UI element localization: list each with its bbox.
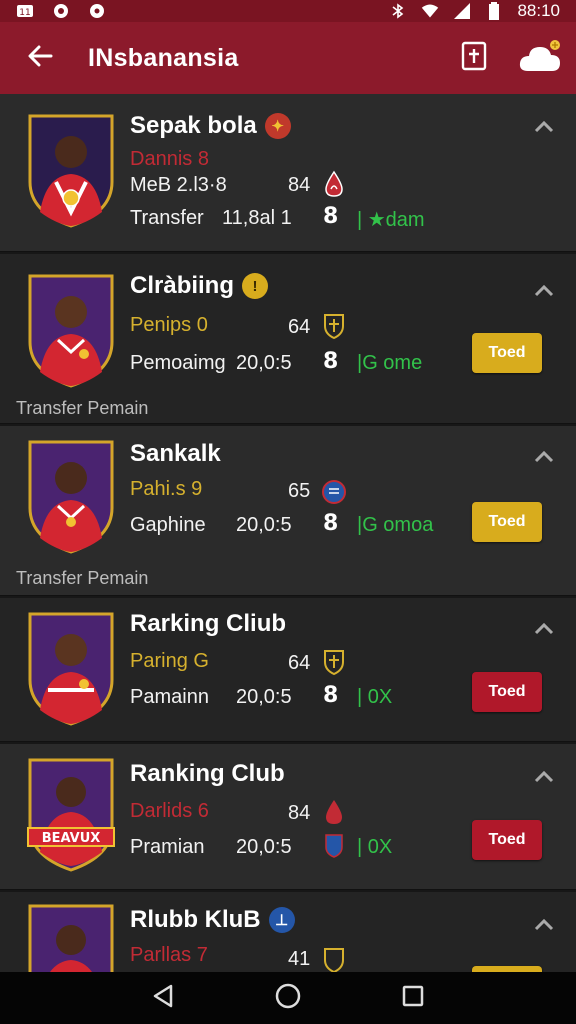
app-icon xyxy=(52,3,70,19)
circle-icon xyxy=(88,3,106,19)
page-title: INsbanansia xyxy=(88,43,239,72)
chevron-up-icon[interactable] xyxy=(532,444,556,468)
shield-icon xyxy=(320,478,348,506)
shield-icon xyxy=(320,832,348,860)
player-subtitle: Parllas 7 xyxy=(130,944,208,966)
list-item[interactable]: Rlubb KluB ⊥ Parllas 7 41 xyxy=(0,892,576,972)
status-tag: | 0X xyxy=(357,836,393,858)
player-number: 41 xyxy=(288,948,311,970)
chevron-up-icon[interactable] xyxy=(532,764,556,788)
status-bar: 11 88:10 xyxy=(0,0,576,22)
chevron-up-icon[interactable] xyxy=(532,616,556,640)
drop-icon xyxy=(320,170,348,198)
player-rating-text: MeB 2.l3·8 xyxy=(130,174,227,196)
infinity-icon: 8 xyxy=(323,511,339,536)
chevron-up-icon[interactable] xyxy=(532,278,556,302)
transfer-label: Gaphine xyxy=(130,514,206,536)
transfer-value: 20,0:5 xyxy=(236,514,292,536)
toed-button[interactable]: Toed xyxy=(472,672,542,712)
bluetooth-icon xyxy=(389,3,407,19)
player-number: 84 xyxy=(288,174,311,196)
status-tag: |G omoa xyxy=(357,514,434,536)
toed-button[interactable]: Toed xyxy=(472,820,542,860)
transfer-value: 20,0:5 xyxy=(236,836,292,858)
signal-icon xyxy=(453,3,471,19)
transfer-value: 20,0:5 xyxy=(236,352,292,374)
chevron-up-icon[interactable] xyxy=(532,912,556,936)
list-item[interactable]: Rarking Cliub Paring G 64 Pamainn 20,0:5… xyxy=(0,598,576,742)
svg-text:BEAVUX: BEAVUX xyxy=(42,831,101,846)
player-badge: BEAVUX xyxy=(26,756,116,872)
battery-icon xyxy=(485,2,503,20)
app-bar: INsbanansia xyxy=(0,22,576,94)
add-document-button[interactable] xyxy=(452,38,496,78)
arrow-left-icon xyxy=(27,45,53,72)
status-time: 88:10 xyxy=(517,1,560,20)
transfer-value: 20,0:5 xyxy=(236,686,292,708)
list-item[interactable]: BEAVUX Ranking Club Darlids 6 84 Pramian… xyxy=(0,744,576,890)
cloud-icon xyxy=(518,39,562,78)
back-button[interactable] xyxy=(20,38,60,78)
transfer-label: Pemoaimg xyxy=(130,352,226,374)
list-item[interactable]: Sankalk Pahi.s 9 65 Gaphine 20,0:5 8 |G … xyxy=(0,426,576,596)
player-number: 64 xyxy=(288,316,311,338)
transfer-label: Pramian xyxy=(130,836,205,858)
player-number: 84 xyxy=(288,802,311,824)
player-badge xyxy=(26,112,116,228)
player-number: 64 xyxy=(288,652,311,674)
star-badge-icon: ✦ xyxy=(264,113,291,139)
system-nav-bar xyxy=(0,972,576,1024)
status-tag: | 0X xyxy=(357,686,393,708)
infinity-icon: 8 xyxy=(323,349,339,374)
nav-home-button[interactable] xyxy=(264,974,312,1022)
list-item[interactable]: Clràbiing ! Penips 0 64 Pemoaimg 20,0:5 … xyxy=(0,254,576,424)
crest-icon xyxy=(320,648,348,676)
club-name: Rlubb KluB ⊥ xyxy=(130,906,295,934)
home-circle-icon xyxy=(274,982,302,1015)
cloud-button[interactable] xyxy=(518,38,562,78)
player-subtitle: Darlids 6 xyxy=(130,800,209,822)
transfer-label: Pamainn xyxy=(130,686,209,708)
nav-back-button[interactable] xyxy=(139,974,187,1022)
club-name: Rarking Cliub xyxy=(130,610,287,637)
status-tag: |G ome xyxy=(357,352,423,374)
infinity-icon: 8 xyxy=(323,683,339,708)
crest-icon xyxy=(320,946,348,972)
club-name: Clràbiing ! xyxy=(130,272,269,300)
player-subtitle: Penips 0 xyxy=(130,314,208,336)
crest-icon xyxy=(320,312,348,340)
notification-icon: 11 xyxy=(16,3,34,19)
add-document-icon xyxy=(461,41,487,76)
pin-badge-icon: ⊥ xyxy=(268,907,295,933)
section-label: Transfer Pemain xyxy=(16,398,149,418)
infinity-icon: 8 xyxy=(323,204,339,229)
nav-recents-button[interactable] xyxy=(389,974,437,1022)
player-badge xyxy=(26,438,116,554)
player-subtitle: Paring G xyxy=(130,650,209,672)
chevron-up-icon[interactable] xyxy=(532,114,556,138)
svg-text:11: 11 xyxy=(19,8,30,18)
toed-button[interactable]: Toed xyxy=(472,502,542,542)
status-tag: | ★dam xyxy=(357,209,425,231)
club-name: Ranking Club xyxy=(130,760,285,787)
player-badge xyxy=(26,272,116,388)
drop-icon xyxy=(320,798,348,826)
club-name: Sepak bola ✦ xyxy=(130,112,291,140)
player-subtitle: Pahi.s 9 xyxy=(130,478,203,500)
transfer-label: Transfer xyxy=(130,207,204,229)
club-list: Sepak bola ✦ Dannis 8 MeB 2.l3·8 84 Tran… xyxy=(0,94,576,972)
player-badge xyxy=(26,902,116,972)
recents-square-icon xyxy=(401,984,425,1013)
transfer-value: 11,8al 1 xyxy=(222,207,292,229)
wifi-icon xyxy=(421,3,439,19)
info-badge-icon: ! xyxy=(242,273,269,299)
list-item[interactable]: Sepak bola ✦ Dannis 8 MeB 2.l3·8 84 Tran… xyxy=(0,94,576,252)
section-label: Transfer Pemain xyxy=(16,568,149,588)
back-triangle-icon xyxy=(151,983,175,1014)
toed-button[interactable]: Toed xyxy=(472,333,542,373)
player-subtitle: Dannis 8 xyxy=(130,148,209,170)
club-name: Sankalk xyxy=(130,440,221,467)
player-badge xyxy=(26,610,116,726)
player-number: 65 xyxy=(288,480,311,502)
